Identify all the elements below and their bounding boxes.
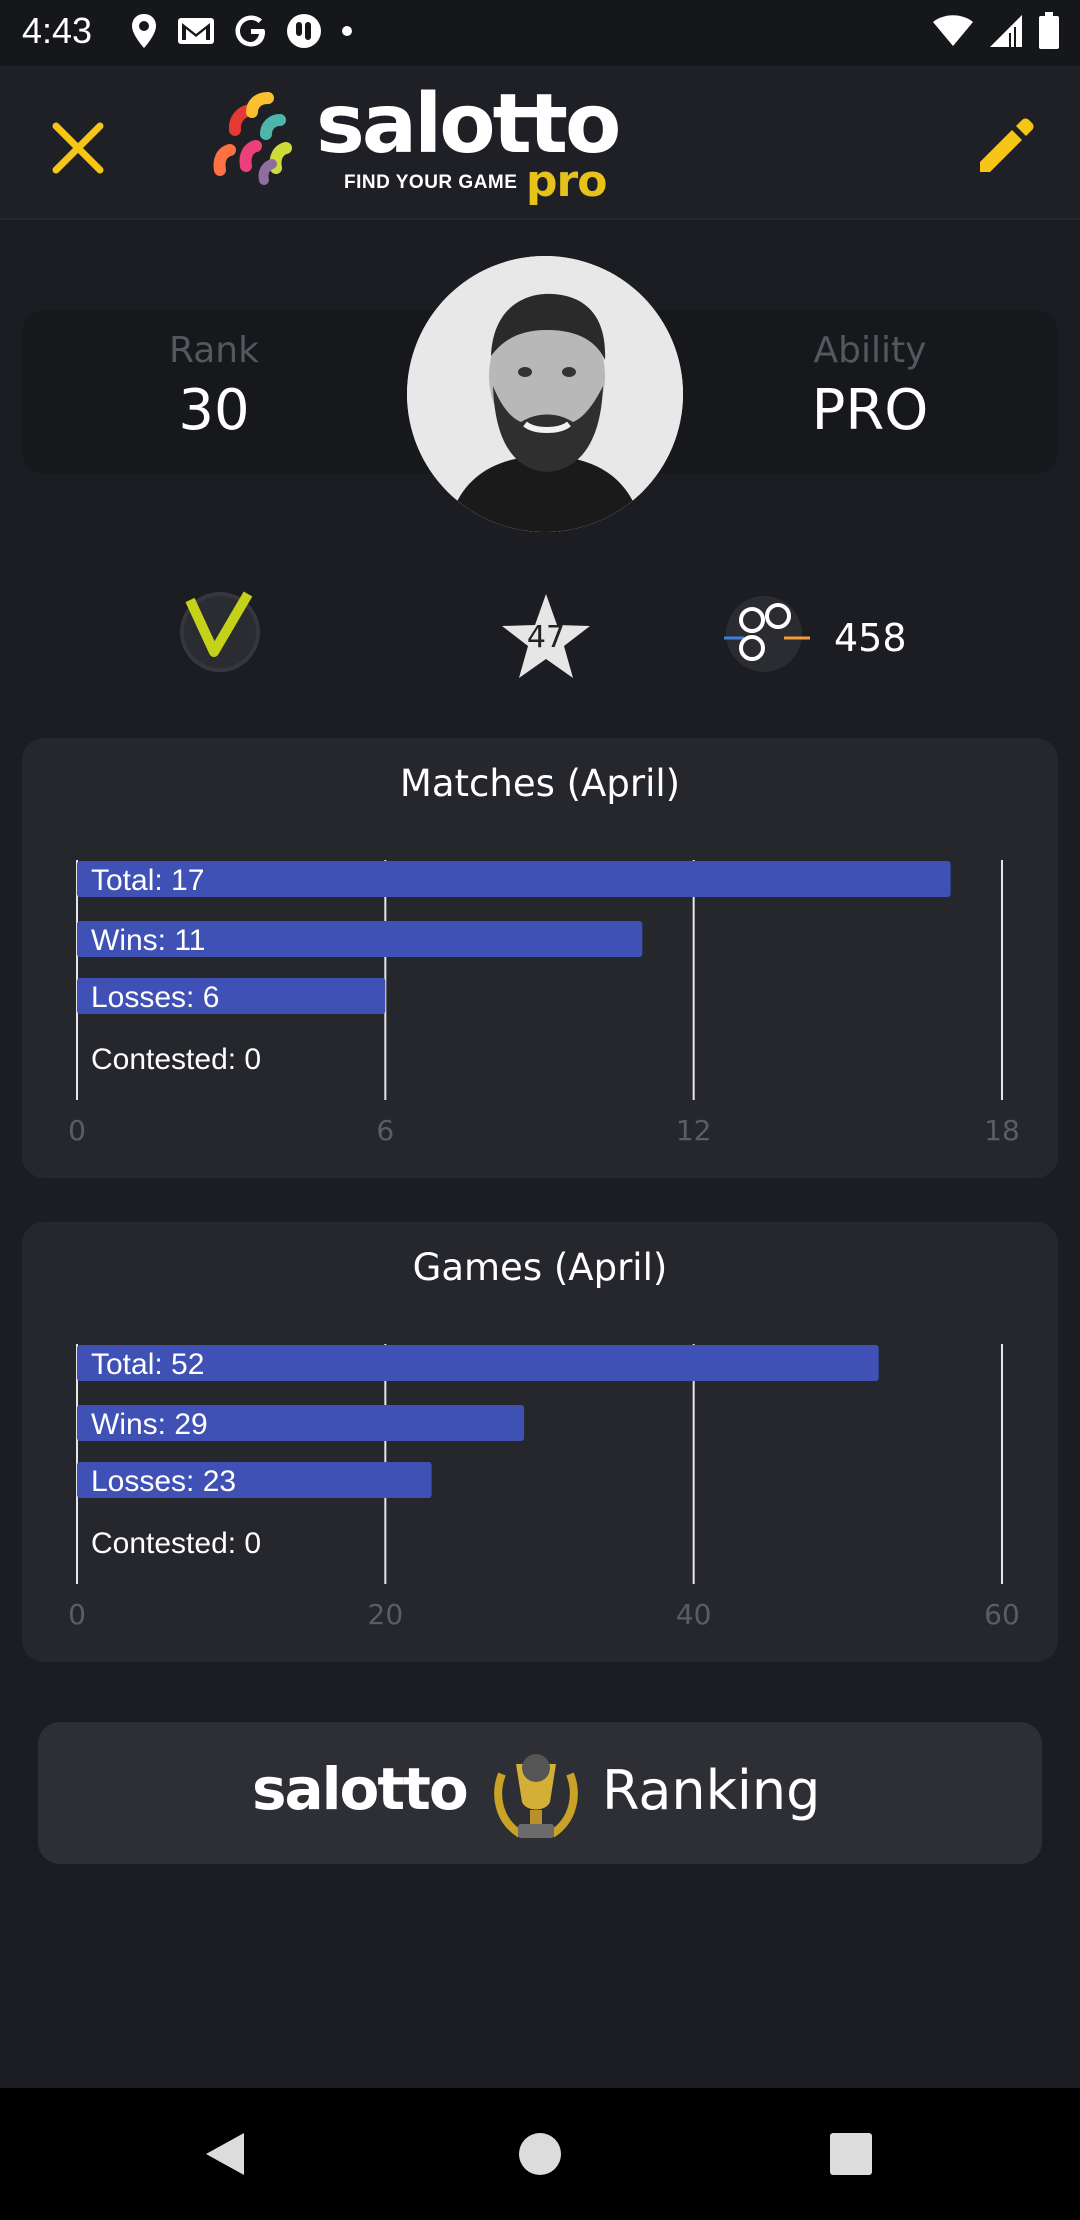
- ability-value: PRO: [811, 378, 929, 443]
- salotto-pro-logo: salotto FIND YOUR GAME pro: [210, 80, 640, 210]
- logo-tagline: FIND YOUR GAME: [344, 172, 518, 193]
- recents-icon[interactable]: [826, 2129, 876, 2179]
- points-icon[interactable]: [722, 592, 812, 676]
- dot-icon: [342, 26, 352, 36]
- tick-label: 6: [376, 1114, 394, 1147]
- close-icon[interactable]: [44, 114, 112, 182]
- ability-label: Ability: [813, 330, 927, 371]
- bar-label: Contested: 0: [91, 1527, 261, 1560]
- badges-row: 47 458: [0, 590, 1080, 690]
- bar-label: Total: 52: [91, 1348, 204, 1381]
- navigation-bar: [0, 2088, 1080, 2220]
- matches-bar-chart: 0 6 12 18 Total: 17 Wins: 11 Losses: 6 Conteste…: [68, 860, 1020, 1147]
- logo-pro: pro: [526, 156, 607, 207]
- avatar[interactable]: [407, 256, 683, 532]
- gmail-icon: [178, 18, 214, 44]
- logo-mark-icon: [213, 92, 292, 185]
- app-icon: [287, 14, 321, 48]
- trophy-icon: [494, 1754, 578, 1838]
- rank-label: Rank: [169, 330, 259, 371]
- games-chart-card: Games (April) 0 20 40 60 Total: 52 Wins: 29 Lo…: [22, 1222, 1058, 1662]
- back-icon[interactable]: [200, 2129, 250, 2179]
- status-bar: 4:43: [0, 0, 1080, 66]
- bar-label: Wins: 11: [91, 924, 205, 957]
- rank-value: 30: [178, 378, 250, 443]
- signal-icon: [990, 15, 1022, 47]
- tick-label: 40: [676, 1598, 712, 1631]
- bar-label: Total: 17: [91, 864, 204, 897]
- logo-wordmark: salotto: [316, 77, 621, 172]
- ranking-label: Ranking: [602, 1759, 821, 1822]
- bar-label: Losses: 6: [91, 981, 219, 1014]
- salotto-ranking-button[interactable]: salotto Ranking: [38, 1722, 1042, 1864]
- tick-label: 60: [984, 1598, 1020, 1631]
- app-bar: salotto FIND YOUR GAME pro: [0, 66, 1080, 220]
- games-bar-chart: 0 20 40 60 Total: 52 Wins: 29 Losses: 23 Contes…: [68, 1344, 1020, 1631]
- tick-label: 20: [368, 1598, 404, 1631]
- bar-total: [77, 861, 951, 897]
- status-icons-right: [932, 12, 1060, 50]
- tick-label: 18: [984, 1114, 1020, 1147]
- bar-label: Contested: 0: [91, 1043, 261, 1076]
- star-value: 47: [526, 620, 566, 655]
- star-badge[interactable]: 47: [500, 590, 592, 682]
- tick-label: 12: [676, 1114, 712, 1147]
- status-time: 4:43: [22, 10, 93, 51]
- location-icon: [132, 14, 156, 48]
- wifi-icon: [933, 15, 973, 46]
- avatar-portrait: [407, 256, 683, 532]
- points-value: 458: [834, 616, 907, 660]
- battery-icon: [1039, 12, 1059, 49]
- ranking-wordmark: salotto: [252, 1755, 469, 1823]
- bar-label: Losses: 23: [91, 1465, 236, 1498]
- matches-chart-card: Matches (April) 0 6 12 18 Total: 17 Wins: 11 L…: [22, 738, 1058, 1178]
- tick-label: 0: [68, 1114, 86, 1147]
- home-icon[interactable]: [515, 2129, 565, 2179]
- tick-label: 0: [68, 1598, 86, 1631]
- status-icons-left: [130, 12, 354, 50]
- google-icon: [235, 15, 265, 47]
- bar-label: Wins: 29: [91, 1408, 208, 1441]
- checkmark-badge-icon[interactable]: [178, 590, 262, 674]
- pencil-icon[interactable]: [968, 110, 1040, 182]
